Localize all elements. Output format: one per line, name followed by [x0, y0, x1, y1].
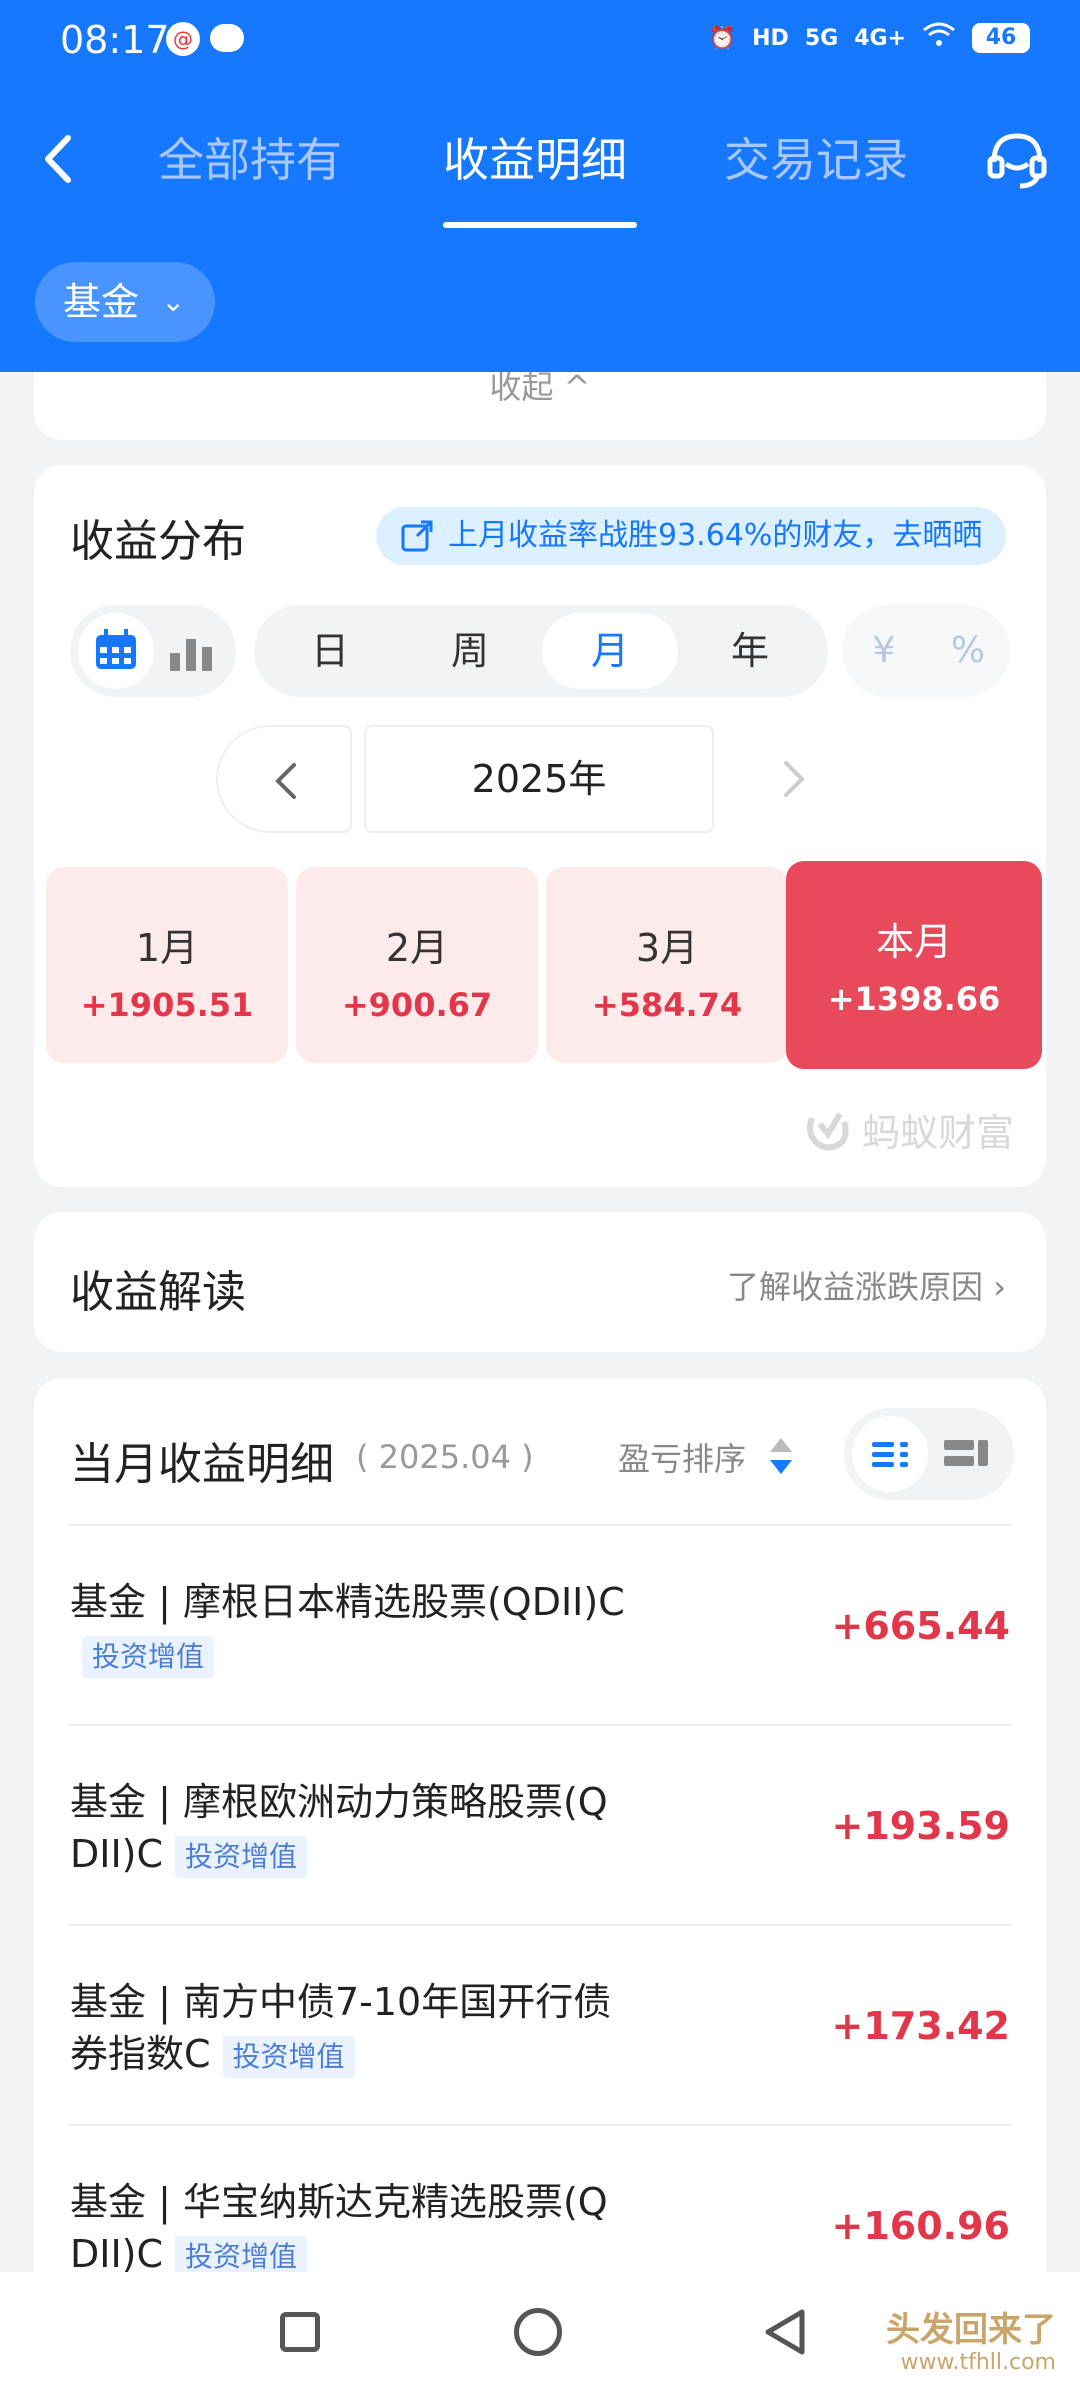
section-title: 当月收益明细 [70, 1439, 334, 1490]
month-name: 2月 [385, 926, 449, 970]
period-month[interactable]: 月 [542, 613, 678, 689]
fund-amount: +665.44 [831, 1604, 1010, 1648]
card-view-icon [944, 1440, 988, 1466]
recents-button[interactable] [280, 2312, 320, 2352]
asset-type-filter[interactable]: 基金 ⌄ [35, 262, 215, 342]
sort-button[interactable]: 盈亏排序 [618, 1434, 746, 1480]
fund-name-block: 基金 | 南方中债7-10年国开行债券指数C 投资增值 [70, 1976, 630, 2080]
share-badge-text: 上月收益率战胜93.64%的财友，去晒晒 [448, 518, 983, 553]
fund-name-block: 基金 | 摩根日本精选股票(QDII)C 投资增值 [70, 1576, 630, 1680]
site-watermark-url: www.tfhll.com [900, 2350, 1056, 2375]
share-icon [401, 520, 433, 552]
site-watermark: 头发回来了 [886, 2310, 1056, 2350]
bar-chart-icon [170, 639, 212, 671]
month-value: +1905.51 [80, 986, 254, 1024]
list-view-button[interactable] [852, 1416, 928, 1492]
fund-name-block: 基金 | 摩根欧洲动力策略股票(QDII)C 投资增值 [70, 1776, 630, 1880]
list-item[interactable]: 基金 | 南方中债7-10年国开行债券指数C 投资增值 +173.42 [34, 1926, 1046, 2126]
back-button[interactable] [30, 124, 90, 194]
tab-all-holdings[interactable]: 全部持有 [158, 124, 342, 190]
layout-toggle [844, 1408, 1014, 1500]
month-name: 3月 [635, 926, 699, 970]
month-value: +900.67 [341, 986, 493, 1024]
month-value: +584.74 [591, 986, 743, 1024]
chevron-right-icon [784, 761, 805, 797]
month-cell-current[interactable]: 本月 +1398.66 [786, 861, 1042, 1069]
fund-tag: 投资增值 [222, 2035, 355, 2078]
fund-name: 基金 | 摩根欧洲动力策略股票(QDII)C [70, 1780, 608, 1876]
interpretation-link[interactable]: 了解收益涨跌原因 › [727, 1262, 1006, 1308]
share-badge[interactable]: 上月收益率战胜93.64%的财友，去晒晒 [376, 507, 1007, 565]
battery-icon: 46 [972, 23, 1030, 53]
month-cell-jan[interactable]: 1月 +1905.51 [46, 867, 288, 1063]
month-name: 本月 [875, 920, 952, 964]
calendar-view-button[interactable] [78, 613, 154, 689]
hd-icon: HD [752, 25, 789, 51]
period-year[interactable]: 年 [682, 613, 818, 689]
income-distribution-card: 收益分布 上月收益率战胜93.64%的财友，去晒晒 日 周 月 年 ¥ % 20… [34, 465, 1046, 1187]
list-item[interactable]: 基金 | 摩根欧洲动力策略股票(QDII)C 投资增值 +193.59 [34, 1726, 1046, 1926]
bar-chart-view-button[interactable] [166, 625, 218, 677]
chevron-down-icon: ⌄ [161, 285, 185, 318]
status-icons: ⏰ HD 5G 4G+ 46 [709, 22, 1030, 54]
month-cell-mar[interactable]: 3月 +584.74 [546, 867, 788, 1063]
calendar-icon [96, 629, 136, 669]
fund-name: 基金 | 华宝纳斯达克精选股票(QDII)C [70, 2180, 608, 2276]
fund-name-block: 基金 | 华宝纳斯达克精选股票(QDII)C 投资增值 [70, 2176, 630, 2280]
status-bar: 08:17 @ ⏰ HD 5G 4G+ 46 [0, 0, 1080, 84]
chat-notification-icon [210, 24, 244, 52]
tab-nav: 全部持有 收益明细 交易记录 [0, 110, 1080, 230]
tab-transaction-records[interactable]: 交易记录 [724, 124, 908, 190]
fund-amount: +173.42 [831, 2004, 1010, 2048]
watermark-text: 蚂蚁财富 [861, 1110, 1014, 1155]
unit-yuan[interactable]: ¥ [842, 605, 926, 697]
period-selector: 日 周 月 年 [254, 605, 828, 697]
section-title: 收益分布 [70, 516, 246, 567]
ant-fortune-logo-icon [807, 1112, 849, 1151]
fund-amount: +193.59 [831, 1804, 1010, 1848]
prev-year-button[interactable] [216, 725, 352, 833]
year-display: 2025年 [364, 725, 714, 833]
chevron-left-icon [275, 763, 296, 799]
sort-icon[interactable] [766, 1434, 796, 1478]
detail-period: ( 2025.04 ) [356, 1438, 534, 1476]
active-tab-indicator [443, 222, 637, 228]
income-interpretation-card[interactable]: 收益解读 了解收益涨跌原因 › [34, 1212, 1046, 1352]
back-triangle-icon[interactable] [760, 2306, 810, 2358]
wifi-icon [922, 22, 956, 54]
headset-icon [987, 133, 1047, 189]
filter-label: 基金 [63, 280, 140, 324]
card-view-button[interactable] [940, 1428, 992, 1480]
period-day[interactable]: 日 [262, 613, 398, 689]
fund-tag: 投资增值 [82, 1635, 215, 1678]
customer-service-button[interactable] [982, 124, 1052, 194]
brand-watermark: 蚂蚁财富 [802, 1099, 1014, 1159]
list-view-icon [872, 1442, 908, 1467]
signal-4g-icon: 4G+ [854, 25, 906, 51]
unit-selector: ¥ % [842, 605, 1010, 697]
fund-tag: 投资增值 [175, 1835, 308, 1878]
signal-5g-icon: 5G [804, 25, 839, 51]
top-header: 08:17 @ ⏰ HD 5G 4G+ 46 全部持有 收益明细 交易记录 基金… [0, 0, 1080, 372]
period-week[interactable]: 周 [402, 613, 538, 689]
tab-income-detail[interactable]: 收益明细 [443, 124, 627, 190]
chevron-left-icon [45, 135, 71, 183]
unit-percent[interactable]: % [926, 605, 1010, 697]
view-toggle [70, 605, 236, 697]
home-button[interactable] [514, 2308, 562, 2356]
month-name: 1月 [135, 926, 199, 970]
fund-name: 基金 | 摩根日本精选股票(QDII)C [70, 1580, 625, 1624]
alarm-icon: ⏰ [708, 25, 737, 51]
system-navigation-bar: 头发回来了 www.tfhll.com [0, 2272, 1080, 2400]
month-value: +1398.66 [827, 980, 1001, 1018]
fund-amount: +160.96 [831, 2204, 1010, 2248]
monthly-detail-card: 当月收益明细 ( 2025.04 ) 盈亏排序 基金 | 摩根日本精选股票(QD… [34, 1378, 1046, 2400]
status-time: 08:17 [60, 18, 170, 62]
next-year-button[interactable] [754, 725, 834, 833]
list-item[interactable]: 基金 | 摩根日本精选股票(QDII)C 投资增值 +665.44 [34, 1526, 1046, 1726]
month-cell-feb[interactable]: 2月 +900.67 [296, 867, 538, 1063]
section-title: 收益解读 [70, 1267, 246, 1318]
notification-icon: @ [166, 22, 200, 56]
